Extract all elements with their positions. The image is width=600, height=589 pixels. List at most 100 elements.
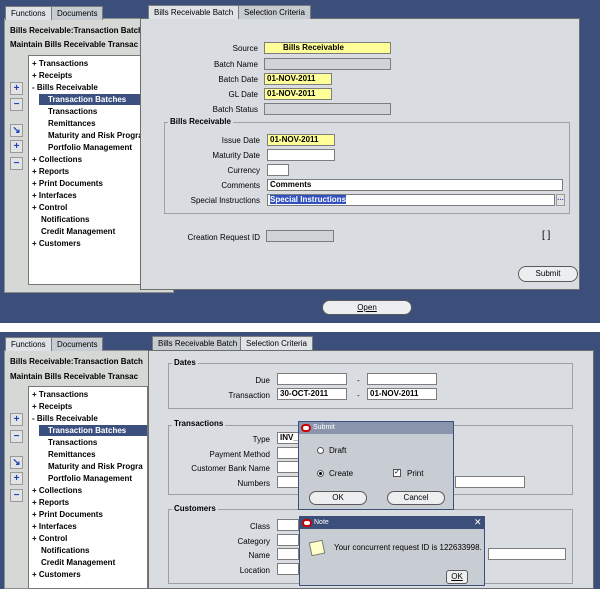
name-label: Name — [248, 551, 270, 560]
transaction-from-field[interactable]: 30-OCT-2011 — [277, 388, 347, 400]
tree-item-transactions[interactable]: + Transactions — [32, 389, 88, 400]
tree-item-customers[interactable]: + Customers — [32, 238, 81, 249]
tree-item-portfolio[interactable]: Portfolio Management — [48, 473, 132, 484]
category-field[interactable] — [277, 534, 299, 546]
top-batch-name-label: Batch Name — [213, 60, 258, 69]
location-label: Location — [239, 566, 270, 575]
top-tab-functions[interactable]: Functions — [5, 6, 52, 20]
location-field[interactable] — [277, 563, 299, 575]
top-batch-date-field[interactable]: 01-NOV-2011 — [264, 73, 332, 85]
tree-item-credit-management[interactable]: Credit Management — [41, 557, 115, 568]
top-collapse-button[interactable]: − — [10, 98, 23, 111]
note-ok-button[interactable]: OK — [446, 570, 468, 584]
tree-item-receipts[interactable]: + Receipts — [32, 70, 72, 81]
numbers-to-field[interactable] — [455, 476, 525, 488]
top-tab-documents[interactable]: Documents — [51, 6, 104, 20]
tree-item-collections[interactable]: + Collections — [32, 485, 82, 496]
payment-method-field[interactable] — [277, 447, 299, 459]
note-icon — [308, 539, 326, 557]
tree-item-interfaces[interactable]: + Interfaces — [32, 521, 77, 532]
top-creation-field[interactable] — [266, 230, 334, 242]
tree-item-transactions[interactable]: + Transactions — [32, 58, 88, 69]
bottom-nav-title-1: Bills Receivable:Transaction Batch — [10, 357, 143, 366]
top-gl-date-field[interactable]: 01-NOV-2011 — [264, 88, 332, 100]
bottom-tab-documents[interactable]: Documents — [51, 337, 104, 351]
tree-item-remittances[interactable]: Remittances — [48, 449, 96, 460]
tree-item-print-documents[interactable]: + Print Documents — [32, 178, 103, 189]
transaction-to-field[interactable]: 01-NOV-2011 — [367, 388, 437, 400]
tree-item-remittances[interactable]: Remittances — [48, 118, 96, 129]
top-bracket-field[interactable]: [ ] — [542, 230, 550, 241]
name-field[interactable] — [277, 548, 299, 560]
bottom-tab-br-batch[interactable]: Bills Receivable Batch — [152, 336, 244, 350]
tree-item-reports[interactable]: + Reports — [32, 166, 69, 177]
tree-item-br-transactions[interactable]: Transactions — [48, 437, 97, 448]
top-special-field[interactable]: Special Instructions — [267, 194, 555, 206]
create-radio[interactable] — [317, 470, 324, 477]
print-checkbox[interactable]: ✓ — [393, 469, 401, 477]
print-label: Print — [407, 469, 424, 478]
bottom-expand-button[interactable]: + — [10, 413, 23, 426]
tree-item-portfolio[interactable]: Portfolio Management — [48, 142, 132, 153]
tree-item-receipts[interactable]: + Receipts — [32, 401, 72, 412]
top-maturity-field[interactable] — [267, 149, 335, 161]
top-issue-date-field[interactable]: 01-NOV-2011 — [267, 134, 335, 146]
tree-item-br-transactions[interactable]: Transactions — [48, 106, 97, 117]
oracle-logo-icon — [301, 424, 311, 432]
numbers-label: Numbers — [237, 479, 270, 488]
tree-item-credit-management[interactable]: Credit Management — [41, 226, 115, 237]
bottom-tab-selection-criteria[interactable]: Selection Criteria — [240, 336, 313, 350]
submit-ok-button[interactable]: OK — [309, 491, 367, 505]
close-icon[interactable]: ✕ — [474, 517, 482, 528]
top-open-button[interactable]: Open — [322, 300, 412, 315]
tree-item-maturity-risk[interactable]: Maturity and Risk Progra — [48, 461, 143, 472]
tree-item-interfaces[interactable]: + Interfaces — [32, 190, 77, 201]
tree-item-notifications[interactable]: Notifications — [41, 545, 89, 556]
numbers-from-field[interactable] — [277, 476, 299, 488]
tree-item-reports[interactable]: + Reports — [32, 497, 69, 508]
tree-item-bills-receivable[interactable]: - Bills Receivable — [32, 82, 98, 93]
name-to-field[interactable] — [488, 548, 566, 560]
bottom-expand-all-button[interactable]: + — [10, 472, 23, 485]
tree-item-customers[interactable]: + Customers — [32, 569, 81, 580]
tree-item-transaction-batches[interactable]: Transaction Batches — [39, 425, 147, 436]
bottom-collapse-all-button[interactable]: − — [10, 489, 23, 502]
tree-item-transaction-batches[interactable]: Transaction Batches — [39, 94, 147, 105]
transaction-date-label: Transaction — [228, 391, 271, 400]
top-issue-date-label: Issue Date — [221, 136, 260, 145]
tree-item-control[interactable]: + Control — [32, 202, 67, 213]
tree-item-print-documents[interactable]: + Print Documents — [32, 509, 103, 520]
bottom-tab-functions[interactable]: Functions — [5, 337, 52, 351]
top-maturity-label: Maturity Date — [212, 151, 260, 160]
top-submit-button[interactable]: Submit — [518, 266, 578, 282]
draft-radio[interactable] — [317, 447, 324, 454]
top-collapse-all-button[interactable]: − — [10, 157, 23, 170]
top-tab-selection-criteria[interactable]: Selection Criteria — [238, 5, 311, 19]
class-field[interactable] — [277, 519, 299, 531]
customer-bank-field[interactable] — [277, 461, 299, 473]
tree-item-notifications[interactable]: Notifications — [41, 214, 89, 225]
due-from-field[interactable] — [277, 373, 347, 385]
note-message: Your concurrent request ID is 122633998. — [334, 543, 482, 552]
top-nav-title-1: Bills Receivable:Transaction Batch — [10, 26, 143, 35]
top-expand-button[interactable]: + — [10, 82, 23, 95]
top-tab-br-batch[interactable]: Bills Receivable Batch — [148, 5, 240, 19]
top-source-field[interactable]: Bills Receivable — [264, 42, 391, 54]
tree-item-collections[interactable]: + Collections — [32, 154, 82, 165]
top-special-more-button[interactable]: … — [556, 194, 565, 206]
top-currency-field[interactable] — [267, 164, 289, 176]
top-batch-name-field[interactable] — [264, 58, 391, 70]
tree-item-bills-receivable[interactable]: - Bills Receivable — [32, 413, 98, 424]
top-expand-branch-button[interactable]: ↘ — [10, 124, 23, 137]
tree-item-control[interactable]: + Control — [32, 533, 67, 544]
transaction-dash: - — [357, 391, 360, 400]
category-label: Category — [237, 537, 270, 546]
tree-item-maturity-risk[interactable]: Maturity and Risk Progra — [48, 130, 143, 141]
bottom-expand-branch-button[interactable]: ↘ — [10, 456, 23, 469]
top-expand-all-button[interactable]: + — [10, 140, 23, 153]
submit-cancel-button[interactable]: Cancel — [387, 491, 445, 505]
due-to-field[interactable] — [367, 373, 437, 385]
top-batch-status-field[interactable] — [264, 103, 391, 115]
top-comments-field[interactable]: Comments — [267, 179, 563, 191]
bottom-collapse-button[interactable]: − — [10, 430, 23, 443]
